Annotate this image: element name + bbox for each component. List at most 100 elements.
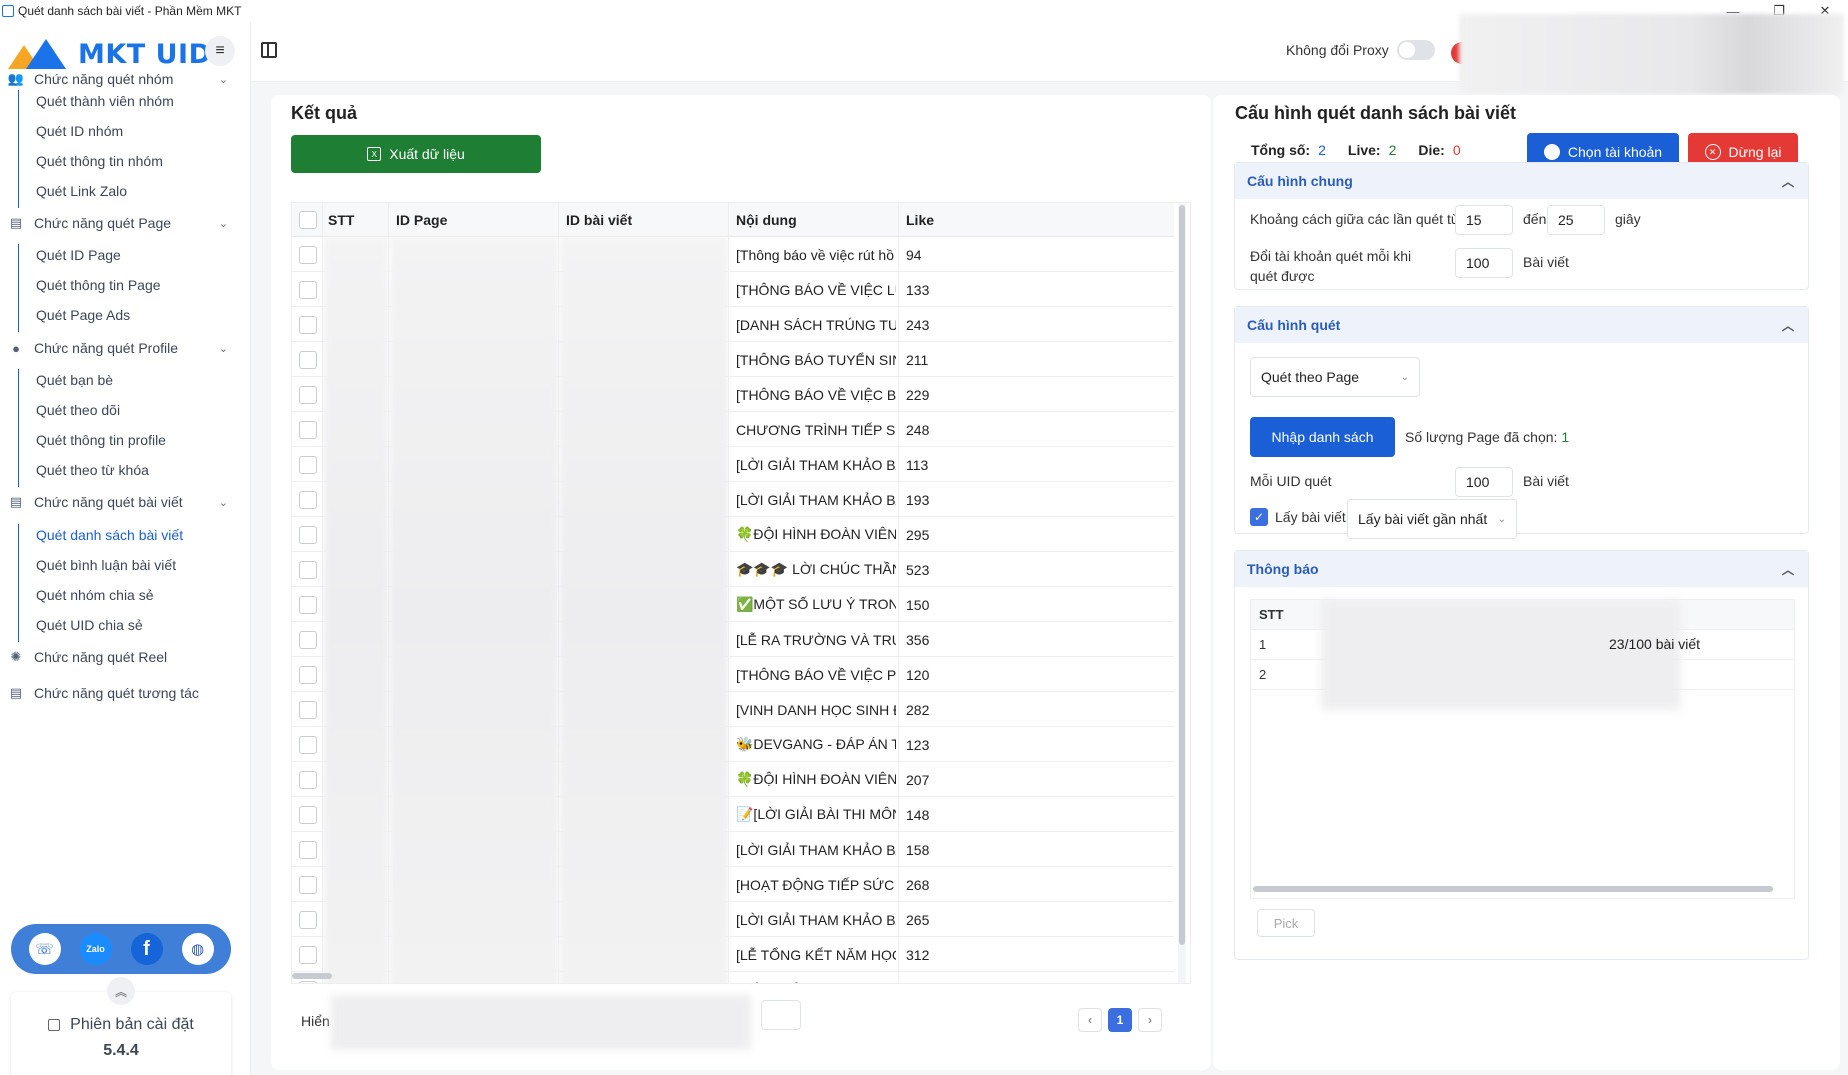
row-checkbox[interactable]	[299, 490, 317, 509]
row-checkbox[interactable]	[299, 945, 317, 964]
sidebar-group-groups[interactable]: 👥 Chức năng quét nhóm ⌄	[8, 68, 236, 90]
row-checkbox[interactable]	[299, 280, 317, 299]
row-content: 🎓🎓🎓 LỜI CHÚC THẦN ...	[736, 561, 896, 577]
notice-scrollbar[interactable]	[1253, 886, 1773, 892]
sidebar-group-interaction[interactable]: ▤ Chức năng quét tương tác	[8, 682, 236, 704]
row-checkbox[interactable]	[299, 595, 317, 614]
version-number: 5.4.4	[103, 1042, 139, 1059]
interval-to-input[interactable]: 25	[1547, 205, 1605, 235]
sidebar-item-friends[interactable]: Quét bạn bè	[36, 369, 113, 391]
sidebar-item-post-list[interactable]: Quét danh sách bài viết	[36, 524, 183, 546]
collapse-up-button[interactable]: ︽	[107, 977, 135, 1005]
sidebar-group-profile[interactable]: ● Chức năng quét Profile ⌄	[8, 337, 236, 359]
sidebar-item-share-groups[interactable]: Quét nhóm chia sẻ	[36, 584, 154, 606]
selected-pages-info: Số lượng Page đã chọn: 1	[1405, 429, 1569, 445]
sidebar-group-label: Chức năng quét Reel	[34, 649, 168, 665]
facebook-icon[interactable]: f	[130, 933, 163, 965]
import-list-button[interactable]: Nhập danh sách	[1250, 417, 1395, 457]
row-checkbox[interactable]	[299, 455, 317, 474]
row-content: 🍀ĐỘI HÌNH ĐOÀN VIÊN , ...	[736, 771, 896, 787]
notice-header[interactable]: Thông báo ︿	[1235, 551, 1808, 587]
page-size-select[interactable]	[761, 1000, 801, 1030]
sidebar-item-group-info[interactable]: Quét thông tin nhóm	[36, 150, 163, 172]
layout-toggle-icon[interactable]	[261, 42, 277, 58]
horizontal-scrollbar[interactable]	[292, 973, 332, 979]
row-checkbox[interactable]	[299, 875, 317, 894]
row-checkbox[interactable]	[299, 910, 317, 929]
row-checkbox[interactable]	[299, 315, 317, 334]
sidebar-item-keyword[interactable]: Quét theo từ khóa	[36, 459, 149, 481]
col-id-page[interactable]: ID Page	[396, 203, 447, 237]
row-checkbox[interactable]	[299, 525, 317, 544]
row-checkbox[interactable]	[299, 630, 317, 649]
interval-from-input[interactable]: 15	[1455, 205, 1513, 235]
vertical-scrollbar[interactable]	[1178, 203, 1186, 983]
sidebar-item-group-members[interactable]: Quét thành viên nhóm	[36, 90, 174, 112]
sidebar-item-page-ads[interactable]: Quét Page Ads	[36, 304, 130, 326]
row-checkbox[interactable]	[299, 770, 317, 789]
sidebar-item-page-info[interactable]: Quét thông tin Page	[36, 274, 161, 296]
row-checkbox[interactable]	[299, 560, 317, 579]
per-uid-input[interactable]: 100	[1455, 467, 1513, 497]
col-stt[interactable]: STT	[328, 203, 354, 237]
col-like[interactable]: Like	[906, 203, 934, 237]
page-button-1[interactable]: 1	[1108, 1008, 1132, 1032]
col-content[interactable]: Nội dung	[736, 203, 797, 237]
row-checkbox[interactable]	[299, 700, 317, 719]
scan-config-header[interactable]: Cấu hình quét ︿	[1235, 307, 1808, 343]
next-page-button[interactable]: ›	[1138, 1008, 1162, 1032]
export-button[interactable]: X Xuất dữ liệu	[291, 135, 541, 173]
redacted-user-area	[1459, 14, 1844, 94]
select-all-checkbox[interactable]	[299, 211, 317, 229]
row-like: 314	[906, 972, 966, 984]
row-like: 265	[906, 911, 930, 928]
sidebar-group-posts[interactable]: ▤ Chức năng quét bài viết ⌄	[8, 491, 236, 513]
row-checkbox[interactable]	[299, 840, 317, 859]
sidebar-group-label: Chức năng quét nhóm	[34, 71, 174, 87]
row-checkbox[interactable]	[299, 805, 317, 824]
row-checkbox[interactable]	[299, 245, 317, 264]
support-icon[interactable]: ☏	[28, 933, 61, 965]
general-config-title: Cấu hình chung	[1247, 173, 1353, 189]
row-content: [KẾT QUẢ KỲ THI OLYMPI...	[736, 972, 896, 984]
row-checkbox[interactable]	[299, 665, 317, 684]
proxy-toggle[interactable]	[1396, 40, 1435, 60]
row-content: [THÔNG BÁO VỀ VIỆC PH...	[736, 666, 896, 683]
menu-toggle-button[interactable]: ≡	[205, 36, 235, 66]
switch-account-input[interactable]: 100	[1455, 248, 1513, 278]
get-posts-mode-select[interactable]: Lấy bài viết gần nhất ⌄	[1347, 499, 1517, 539]
row-checkbox[interactable]	[299, 735, 317, 754]
sidebar-item-share-uid[interactable]: Quét UID chia sẻ	[36, 614, 143, 636]
row-checkbox[interactable]	[299, 385, 317, 404]
sidebar-item-post-comments[interactable]: Quét bình luận bài viết	[36, 554, 176, 576]
scan-mode-select[interactable]: Quét theo Page ⌄	[1250, 357, 1420, 397]
col-id-post[interactable]: ID bài viết	[566, 203, 632, 237]
pick-button[interactable]: Pick	[1257, 909, 1315, 937]
sidebar-item-group-id[interactable]: Quét ID nhóm	[36, 120, 123, 142]
total-count: 2	[1318, 142, 1326, 158]
row-checkbox[interactable]	[299, 420, 317, 439]
row-content: [THÔNG BÁO VỀ VIỆC LỰ...	[736, 281, 896, 298]
get-posts-checkbox[interactable]: ✓	[1250, 508, 1268, 526]
row-like: 113	[906, 456, 929, 473]
row-like: 120	[906, 666, 930, 683]
get-posts-label: Lấy bài viết	[1275, 509, 1346, 525]
general-config-header[interactable]: Cấu hình chung ︿	[1235, 163, 1808, 199]
interval-label: Khoảng cách giữa các lần quét từ	[1250, 211, 1461, 227]
row-content: [DANH SÁCH TRÚNG TUY...	[736, 316, 896, 333]
globe-icon[interactable]: ◍	[181, 933, 214, 965]
notice-progress: 23/100 bài viết	[1609, 636, 1701, 652]
row-like: 248	[906, 421, 930, 438]
scan-config-title: Cấu hình quét	[1247, 317, 1341, 333]
sidebar-item-followers[interactable]: Quét theo dõi	[36, 399, 120, 421]
row-checkbox[interactable]	[299, 980, 317, 983]
prev-page-button[interactable]: ‹	[1078, 1008, 1102, 1032]
sidebar-group-reel[interactable]: ✺ Chức năng quét Reel	[8, 646, 236, 668]
sidebar-item-page-id[interactable]: Quét ID Page	[36, 244, 121, 266]
sidebar-group-page[interactable]: ▤ Chức năng quét Page ⌄	[8, 212, 236, 234]
zalo-icon[interactable]: Zalo	[79, 933, 112, 965]
row-like: 123	[906, 736, 930, 753]
row-checkbox[interactable]	[299, 350, 317, 369]
sidebar-item-profile-info[interactable]: Quét thông tin profile	[36, 429, 166, 451]
sidebar-item-zalo-link[interactable]: Quét Link Zalo	[36, 180, 127, 202]
